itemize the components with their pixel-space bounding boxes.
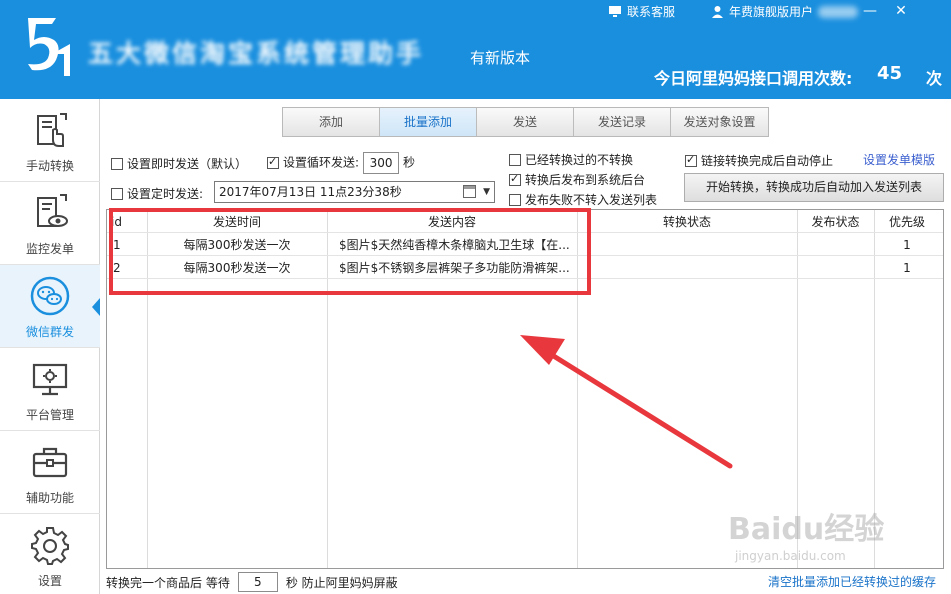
skip-converted-checkbox[interactable] bbox=[509, 154, 521, 166]
active-indicator bbox=[92, 298, 100, 316]
cell-priority: 1 bbox=[903, 261, 911, 275]
instant-send-label: 设置即时发送（默认） bbox=[127, 157, 248, 171]
sidebar-item-label: 辅助功能 bbox=[25, 491, 74, 505]
col-publish-status[interactable]: 发布状态 bbox=[797, 211, 874, 233]
fail-no-list-label: 发布失败不转入发送列表 bbox=[525, 193, 658, 207]
loop-send-checkbox[interactable] bbox=[267, 155, 279, 169]
loop-seconds-label: 秒 bbox=[403, 155, 416, 170]
new-version-link[interactable]: 有新版本 bbox=[470, 47, 530, 68]
toolbox-icon bbox=[32, 447, 68, 478]
cell-priority: 1 bbox=[903, 238, 911, 252]
highlight-box bbox=[109, 208, 591, 295]
customer-service-link[interactable]: 联系客服 bbox=[608, 3, 675, 20]
timed-send-option[interactable]: 设置定时发送: bbox=[111, 185, 203, 202]
close-button[interactable]: ✕ bbox=[893, 3, 909, 19]
api-call-unit: 次 bbox=[926, 69, 943, 88]
clear-cache-link[interactable]: 清空批量添加已经转换过的缓存 bbox=[768, 573, 936, 590]
sidebar-item-settings[interactable]: 设置 bbox=[0, 514, 100, 594]
timed-send-checkbox[interactable] bbox=[111, 188, 123, 200]
sidebar-item-toolbox[interactable]: 辅助功能 bbox=[0, 431, 100, 514]
app-header: 五大微信淘宝系统管理助手 有新版本 联系客服 年费旗舰版用户 — ✕ 今日阿里妈… bbox=[0, 0, 951, 99]
loop-send-option[interactable]: 设置循环发送:300秒 bbox=[267, 152, 415, 174]
tab-send[interactable]: 发送 bbox=[477, 108, 574, 136]
tab-add[interactable]: 添加 bbox=[283, 108, 380, 136]
manual-convert-icon bbox=[37, 113, 67, 147]
tab-send-record[interactable]: 发送记录 bbox=[574, 108, 671, 136]
sidebar-item-label: 监控发单 bbox=[25, 242, 74, 256]
cell-publish-status bbox=[797, 257, 874, 279]
publish-backend-label: 转换后发布到系统后台 bbox=[525, 173, 646, 187]
app-logo bbox=[28, 18, 70, 76]
start-convert-button[interactable]: 开始转换，转换成功后自动加入发送列表 bbox=[684, 173, 944, 202]
cell-convert-status bbox=[577, 234, 797, 256]
chevron-down-icon[interactable]: ▼ bbox=[483, 182, 490, 202]
col-priority[interactable]: 优先级 bbox=[874, 211, 940, 233]
sidebar-item-manual-convert[interactable]: 手动转换 bbox=[0, 99, 100, 182]
baidu-watermark: Baidu经验 bbox=[728, 512, 885, 547]
auto-stop-checkbox[interactable] bbox=[685, 153, 697, 167]
api-call-label: 今日阿里妈妈接口调用次数: bbox=[654, 69, 853, 88]
auto-stop-option[interactable]: 链接转换完成后自动停止 bbox=[685, 152, 833, 169]
sidebar-item-label: 微信群发 bbox=[25, 325, 74, 339]
sidebar-item-label: 手动转换 bbox=[25, 159, 74, 173]
publish-backend-option[interactable]: 转换后发布到系统后台 bbox=[509, 171, 645, 188]
gear-icon bbox=[31, 527, 69, 565]
customer-service-label: 联系客服 bbox=[627, 5, 676, 19]
instant-send-option[interactable]: 设置即时发送（默认） bbox=[111, 155, 247, 172]
fail-no-list-checkbox[interactable] bbox=[509, 194, 521, 206]
sidebar-item-platform[interactable]: 平台管理 bbox=[0, 348, 100, 431]
sidebar-item-label: 平台管理 bbox=[25, 408, 74, 422]
col-convert-status[interactable]: 转换状态 bbox=[577, 211, 797, 233]
app-title: 五大微信淘宝系统管理助手 bbox=[88, 39, 425, 68]
skip-converted-label: 已经转换过的不转换 bbox=[525, 153, 634, 167]
platform-icon bbox=[32, 363, 68, 396]
wechat-icon bbox=[30, 276, 70, 316]
publish-backend-checkbox[interactable] bbox=[509, 172, 521, 186]
calendar-icon[interactable] bbox=[463, 185, 476, 198]
user-icon bbox=[712, 6, 723, 18]
timed-send-label: 设置定时发送: bbox=[127, 187, 204, 201]
template-settings-link[interactable]: 设置发单模版 bbox=[863, 151, 935, 168]
wait-prefix-label: 转换完一个商品后 等待 bbox=[106, 575, 230, 590]
cell-publish-status bbox=[797, 234, 874, 256]
datetime-value: 2017年07月13日 11点23分38秒 bbox=[219, 185, 402, 199]
loop-send-label: 设置循环发送: bbox=[283, 155, 360, 170]
cell-convert-status bbox=[577, 257, 797, 279]
baidu-watermark-url: jingyan.baidu.com bbox=[735, 549, 846, 563]
tab-send-target[interactable]: 发送对象设置 bbox=[671, 108, 768, 136]
monitor-small-icon bbox=[609, 6, 621, 17]
auto-stop-label: 链接转换完成后自动停止 bbox=[701, 154, 834, 168]
sidebar-item-wechat[interactable]: 微信群发 bbox=[0, 265, 100, 348]
user-name-redacted bbox=[818, 5, 859, 18]
tab-bar: 添加 批量添加 发送 发送记录 发送对象设置 bbox=[282, 107, 769, 137]
wait-seconds-input[interactable]: 5 bbox=[237, 572, 278, 592]
wait-setting: 转换完一个商品后 等待 5 秒 防止阿里妈妈屏蔽 bbox=[106, 572, 398, 592]
instant-send-checkbox[interactable] bbox=[111, 158, 123, 170]
tab-batch-add[interactable]: 批量添加 bbox=[380, 108, 477, 136]
user-label: 年费旗舰版用户 bbox=[729, 5, 814, 19]
monitor-icon bbox=[37, 194, 68, 227]
fail-no-list-option[interactable]: 发布失败不转入发送列表 bbox=[509, 191, 657, 208]
loop-interval-input[interactable]: 300 bbox=[363, 152, 400, 174]
sidebar: 手动转换 监控发单 微信群发 平台管理 辅助功能 设置 bbox=[0, 99, 100, 594]
api-call-count: 45 bbox=[877, 63, 903, 84]
sidebar-item-monitor[interactable]: 监控发单 bbox=[0, 182, 100, 265]
skip-converted-option[interactable]: 已经转换过的不转换 bbox=[509, 151, 633, 168]
datetime-picker[interactable]: 2017年07月13日 11点23分38秒 ▼ bbox=[214, 181, 495, 203]
wait-suffix-label: 秒 防止阿里妈妈屏蔽 bbox=[285, 575, 398, 590]
sidebar-item-label: 设置 bbox=[37, 574, 62, 588]
user-account[interactable]: 年费旗舰版用户 bbox=[711, 3, 859, 20]
minimize-button[interactable]: — bbox=[862, 3, 878, 19]
